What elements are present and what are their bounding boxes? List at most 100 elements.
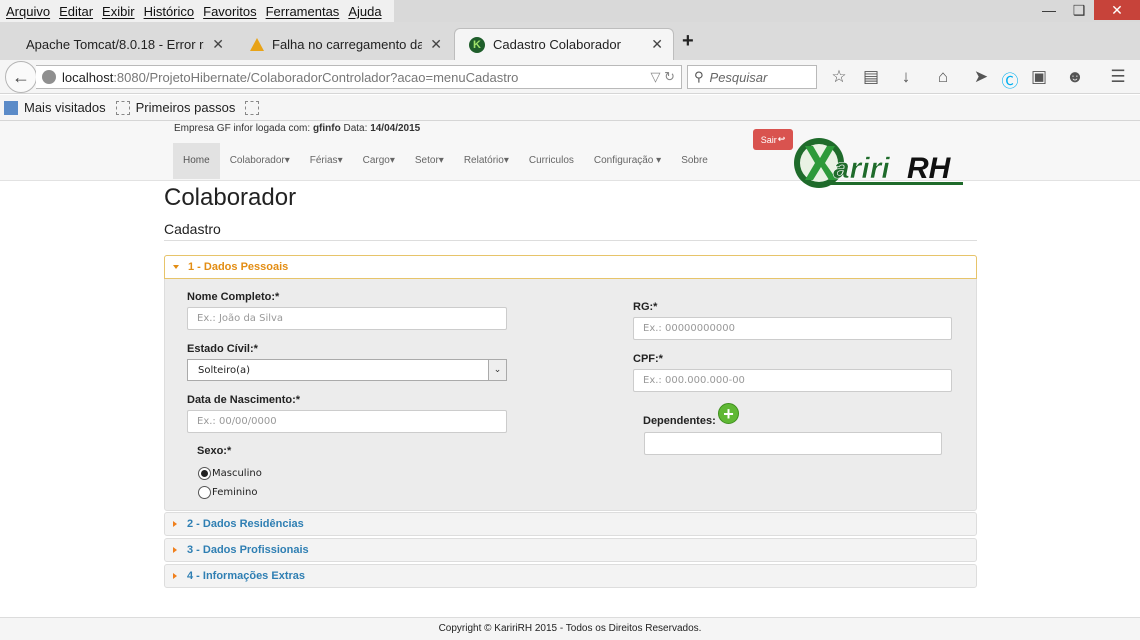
bookmark-star-icon[interactable]: ☆ xyxy=(828,67,850,87)
nav-bar: ← localhost:8080/ProjetoHibernate/Colabo… xyxy=(0,60,1140,94)
bookmark-primeiros-passos[interactable]: Primeiros passos xyxy=(115,100,235,115)
caret-down-icon: ▾ xyxy=(389,155,395,166)
bookmark-page-icon xyxy=(245,100,260,115)
caret-down-icon: ▾ xyxy=(438,155,444,166)
maximize-icon[interactable]: ❑ xyxy=(1064,0,1094,20)
sexo-option-feminino[interactable]: Feminino xyxy=(198,486,257,499)
hamburger-menu-icon[interactable]: ☰ xyxy=(1107,67,1129,87)
nav-label: Relatório xyxy=(463,155,504,166)
new-tab-icon[interactable]: + xyxy=(682,30,694,53)
menu-historico[interactable]: Histórico xyxy=(144,4,195,19)
nav-sobre[interactable]: Sobre xyxy=(671,143,718,179)
logged-user: gfinfo xyxy=(312,123,341,134)
url-bar[interactable]: localhost:8080/ProjetoHibernate/Colabora… xyxy=(36,65,682,89)
nav-home[interactable]: Home xyxy=(173,143,220,179)
minimize-icon[interactable]: — xyxy=(1034,0,1064,20)
menu-ajuda[interactable]: Ajuda xyxy=(348,4,381,19)
download-icon[interactable]: ↓ xyxy=(895,67,917,87)
kariri-favicon-icon: K xyxy=(469,36,485,53)
kariri-rh-logo: ariri RH xyxy=(794,138,963,188)
send-icon[interactable]: ➤ xyxy=(970,67,992,87)
menu-ferramentas[interactable]: Ferramentas xyxy=(266,4,340,19)
menu-favoritos[interactable]: Favoritos xyxy=(203,4,256,19)
search-placeholder: Pesquisar xyxy=(709,69,768,85)
menu-editar[interactable]: Editar xyxy=(59,4,93,19)
tab-close-icon[interactable]: ✕ xyxy=(651,36,663,53)
page-subtitle: Cadastro xyxy=(164,221,221,237)
nav-ferias[interactable]: Férias▾ xyxy=(300,143,353,179)
bookmark-folder-icon xyxy=(4,100,18,115)
login-date: 14/04/2015 xyxy=(370,123,421,134)
section-dados-residencias[interactable]: 2 - Dados Residências xyxy=(164,512,977,536)
menu-arquivo[interactable]: Arquivo xyxy=(6,4,50,19)
company-info: Empresa GF infor logada com: gfinfo Data… xyxy=(174,123,420,134)
tab-tomcat-error[interactable]: Apache Tomcat/8.0.18 - Error r... ✕ xyxy=(12,28,234,60)
tab-close-icon[interactable]: ✕ xyxy=(212,36,224,53)
radio-label: Masculino xyxy=(212,468,262,479)
nascimento-label: Data de Nascimento:* xyxy=(187,394,301,406)
caret-down-icon: ▾ xyxy=(656,155,662,166)
tab-cadastro-colaborador[interactable]: K Cadastro Colaborador ✕ xyxy=(454,28,674,60)
cpf-input[interactable]: Ex.: 000.000.000-00 xyxy=(633,369,952,392)
sexo-label: Sexo:* xyxy=(197,445,232,457)
tab-close-icon[interactable]: ✕ xyxy=(430,36,442,53)
back-arrow-icon[interactable]: ← xyxy=(5,61,37,93)
chevron-down-icon: ⌄ xyxy=(488,360,506,380)
nav-cargo[interactable]: Cargo▾ xyxy=(353,143,405,179)
tab-load-failure[interactable]: Falha no carregamento da ... ✕ xyxy=(236,28,452,60)
nome-input[interactable]: Ex.: João da Silva xyxy=(187,307,507,330)
section-label: 1 - Dados Pessoais xyxy=(188,261,289,273)
section-label: 4 - Informações Extras xyxy=(187,570,305,582)
bookmark-mais-visitados[interactable]: Mais visitados xyxy=(4,100,106,115)
reading-list-icon[interactable]: ▤ xyxy=(860,67,882,87)
nav-setor[interactable]: Setor▾ xyxy=(405,143,454,179)
nav-configuracao[interactable]: Configuração ▾ xyxy=(584,143,671,179)
nav-colaborador[interactable]: Colaborador▾ xyxy=(220,143,300,179)
estado-civil-select[interactable]: Solteiro(a) ⌄ xyxy=(187,359,507,381)
section-informacoes-extras[interactable]: 4 - Informações Extras xyxy=(164,564,977,588)
dependentes-field[interactable] xyxy=(644,432,942,455)
section-dados-profissionais[interactable]: 3 - Dados Profissionais xyxy=(164,538,977,562)
menu-exibir[interactable]: Exibir xyxy=(102,4,135,19)
add-dependente-icon[interactable]: + xyxy=(718,403,739,424)
caret-down-icon: ▾ xyxy=(503,155,509,166)
sexo-option-masculino[interactable]: Masculino xyxy=(198,467,262,480)
tab-title: Falha no carregamento da ... xyxy=(272,36,423,52)
page-title: Colaborador xyxy=(164,184,297,211)
bookmark-empty[interactable] xyxy=(245,100,265,115)
radio-masculino[interactable] xyxy=(198,467,211,480)
dependentes-label: Dependentes: xyxy=(643,415,716,427)
rg-label: RG:* xyxy=(633,301,658,313)
logout-icon: ↩ xyxy=(777,134,786,144)
search-box[interactable]: ⚲ Pesquisar xyxy=(687,65,817,89)
home-icon[interactable]: ⌂ xyxy=(932,67,954,87)
estado-civil-value: Solteiro(a) xyxy=(198,364,251,376)
close-window-icon[interactable]: ✕ xyxy=(1094,0,1140,20)
logout-label: Sair xyxy=(760,134,777,145)
nav-relatorio[interactable]: Relatório▾ xyxy=(454,143,519,179)
section-header-dados-pessoais[interactable]: 1 - Dados Pessoais xyxy=(164,255,977,279)
tab-title: Cadastro Colaborador xyxy=(493,37,621,52)
caret-right-icon xyxy=(173,521,177,527)
estado-civil-label: Estado Cívil:* xyxy=(187,343,258,355)
section-label: 3 - Dados Profissionais xyxy=(187,544,309,556)
screenshot-icon[interactable]: ▣ xyxy=(1028,67,1050,87)
footer: Copyright © KaririRH 2015 - Todos os Dir… xyxy=(0,617,1140,640)
svg-text:RH: RH xyxy=(907,152,952,185)
warning-icon xyxy=(250,37,264,51)
caret-right-icon xyxy=(173,547,177,553)
skype-icon[interactable]: Ⓒ xyxy=(999,67,1021,92)
nav-label: Configuração xyxy=(593,155,654,166)
nav-label: Colaborador xyxy=(229,155,285,166)
radio-feminino[interactable] xyxy=(198,486,211,499)
nav-curriculos[interactable]: Curriculos xyxy=(519,143,584,179)
nav-label: Cargo xyxy=(362,155,390,166)
tab-bar: Apache Tomcat/8.0.18 - Error r... ✕ Falh… xyxy=(0,22,1140,60)
bookmark-label: Mais visitados xyxy=(24,100,106,115)
hello-chat-icon[interactable]: ☻ xyxy=(1064,67,1086,87)
logout-button[interactable]: Sair ↩ xyxy=(753,129,793,150)
rg-input[interactable]: Ex.: 00000000000 xyxy=(633,317,952,340)
section-label: 2 - Dados Residências xyxy=(187,518,304,530)
nascimento-input[interactable]: Ex.: 00/00/0000 xyxy=(187,410,507,433)
reload-icon[interactable]: ▽ ↻ xyxy=(650,69,675,85)
